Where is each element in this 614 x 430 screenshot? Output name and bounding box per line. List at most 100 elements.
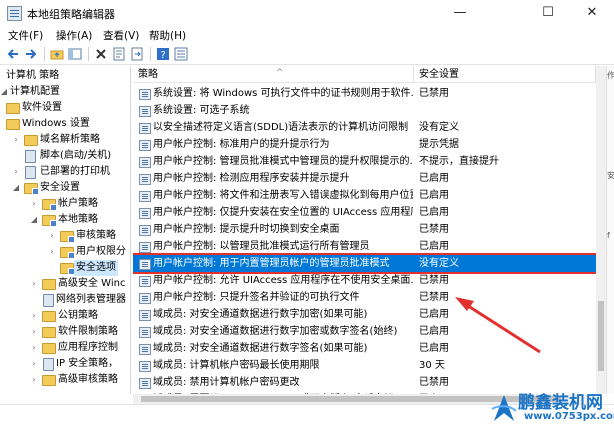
policy-list[interactable]: 策略 ^ 安全设置 系统设置: 将 Windows 可执行文件中的证书规则用于软… <box>133 66 596 394</box>
svg-text:?: ? <box>160 50 165 61</box>
menu-help[interactable]: 帮助(H) <box>149 28 186 43</box>
up-folder-icon[interactable] <box>50 47 64 61</box>
policy-row[interactable]: 域成员: 对安全通道数据进行数字签名(如果可能) 已启用 <box>133 340 596 357</box>
policy-name: 域成员: 对安全通道数据进行数字签名(如果可能) <box>153 343 368 354</box>
sort-ascending-icon: ^ <box>276 68 284 78</box>
policy-name: 用户帐户控制: 允许 UIAccess 应用程序在不使用安全桌面... <box>153 275 413 286</box>
expand-arrow-icon[interactable]: › <box>30 308 38 324</box>
toolbar-separator <box>88 47 89 61</box>
policy-name: 系统设置: 将 Windows 可执行文件中的证书规则用于软件... <box>153 88 413 99</box>
policy-setting-icon <box>139 361 151 372</box>
collapse-arrow-icon[interactable]: ◢ <box>12 180 20 196</box>
policy-row[interactable]: 系统设置: 将 Windows 可执行文件中的证书规则用于软件... 已禁用 <box>133 85 596 102</box>
policy-row[interactable]: 用户帐户控制: 标准用户的提升提示行为 提示凭据 <box>133 136 596 153</box>
policy-setting: 已启用 <box>419 343 449 354</box>
watermark-logo-icon <box>491 395 517 421</box>
expand-arrow-icon[interactable]: › <box>30 356 38 372</box>
policy-setting: 没有定义 <box>419 122 459 133</box>
folder-icon <box>6 103 20 114</box>
policy-row[interactable]: 用户帐户控制: 提示提升时切换到安全桌面 已禁用 <box>133 221 596 238</box>
policy-setting: 没有定义 <box>419 258 459 269</box>
policy-name: 用户帐户控制: 用于内置管理员帐户的管理员批准模式 <box>153 258 390 269</box>
policy-row[interactable]: 域成员: 对安全通道数据进行数字加密或数字签名(始终) 已启用 <box>133 323 596 340</box>
actions-pane-edge: 作 安 f <box>606 66 614 394</box>
expand-arrow-icon[interactable]: › <box>30 324 38 340</box>
policy-name: 用户帐户控制: 将文件和注册表写入错误虚拟化到每用户位置 <box>153 190 413 201</box>
menu-bar: 文件(F) 操作(A) 查看(V) 帮助(H) <box>0 26 614 44</box>
policy-setting: 已启用 <box>419 173 449 184</box>
menu-view[interactable]: 查看(V) <box>103 28 139 43</box>
script-icon <box>25 150 36 163</box>
policy-name: 域成员: 对安全通道数据进行数字加密或数字签名(始终) <box>153 326 398 337</box>
expand-arrow-icon[interactable]: › <box>12 164 20 180</box>
properties-icon[interactable] <box>112 47 126 61</box>
policy-setting-icon <box>139 327 151 338</box>
policy-name: 用户帐户控制: 检测应用程序安装并提示提升 <box>153 173 350 184</box>
policy-setting-icon <box>139 259 151 270</box>
security-folder-icon <box>60 247 75 259</box>
show-hide-tree-icon[interactable] <box>68 47 82 61</box>
policy-row[interactable]: 用户帐户控制: 仅提升安装在安全位置的 UIAccess 应用程序 已启用 <box>133 204 596 221</box>
expand-arrow-icon[interactable]: › <box>48 228 56 244</box>
policy-row[interactable]: 域成员: 对安全通道数据进行数字加密(如果可能) 已启用 <box>133 306 596 323</box>
policy-row[interactable]: 用户帐户控制: 允许 UIAccess 应用程序在不使用安全桌面... 已禁用 <box>133 272 596 289</box>
policy-row[interactable]: 以安全描述符定义语言(SDDL)语法表示的计算机访问限制 没有定义 <box>133 119 596 136</box>
policy-setting: 已启用 <box>419 241 449 252</box>
column-header-setting[interactable]: 安全设置 <box>414 66 596 83</box>
policy-row[interactable]: 用户帐户控制: 检测应用程序安装并提示提升 已启用 <box>133 170 596 187</box>
policy-row[interactable]: 系统设置: 可选子系统 <box>133 102 596 119</box>
console-tree[interactable]: 计算机 策略 ◢ 计算机配置 软件设置 Windows 设置 › 域名解析策略 脚本… <box>0 66 131 394</box>
policy-row[interactable]: 用户帐户控制: 以管理员批准模式运行所有管理员 已启用 <box>133 238 596 255</box>
toolbar-separator <box>150 47 151 61</box>
security-folder-icon <box>42 199 57 211</box>
expand-arrow-icon[interactable]: › <box>30 276 38 292</box>
policy-name: 用户帐户控制: 以管理员批准模式运行所有管理员 <box>153 241 370 252</box>
policy-row[interactable]: 用户帐户控制: 管理员批准模式中管理员的提升权限提示的... 不提示，直接提升 <box>133 153 596 170</box>
back-arrow-icon[interactable] <box>6 47 20 61</box>
policy-setting: 已启用 <box>419 326 449 337</box>
network-list-icon <box>43 294 54 307</box>
policy-setting-icon <box>139 208 151 219</box>
policy-name: 域成员: 对安全通道数据进行数字加密(如果可能) <box>153 309 368 320</box>
policy-setting-icon <box>139 191 151 202</box>
menu-file[interactable]: 文件(F) <box>8 28 43 43</box>
view-details-icon[interactable] <box>174 47 188 61</box>
column-header-policy[interactable]: 策略 ^ <box>133 66 414 83</box>
vertical-scrollbar[interactable] <box>596 66 606 394</box>
security-folder-icon <box>60 231 75 243</box>
policy-name: 域成员: 禁用计算机帐户密码更改 <box>153 377 300 388</box>
policy-setting-icon <box>139 378 151 389</box>
delete-icon[interactable] <box>94 47 108 61</box>
expand-arrow-icon[interactable]: › <box>30 340 38 356</box>
collapse-arrow-icon[interactable]: ◢ <box>0 84 8 100</box>
policy-setting-icon <box>139 106 151 117</box>
policy-name: 用户帐户控制: 提示提升时切换到安全桌面 <box>153 224 340 235</box>
policy-setting-icon <box>139 174 151 185</box>
close-button[interactable]: ✕ <box>570 0 614 26</box>
policy-row[interactable]: 用户帐户控制: 将文件和注册表写入错误虚拟化到每用户位置 已启用 <box>133 187 596 204</box>
export-list-icon[interactable] <box>130 47 144 61</box>
policy-name: 用户帐户控制: 仅提升安装在安全位置的 UIAccess 应用程序 <box>153 207 413 218</box>
collapse-arrow-icon[interactable]: ◢ <box>30 212 38 228</box>
policy-row-selected[interactable]: 用户帐户控制: 用于内置管理员帐户的管理员批准模式 没有定义 <box>133 253 596 274</box>
help-icon[interactable]: ? <box>156 47 170 61</box>
policy-row[interactable]: 域成员: 计算机帐户密码最长使用期限 30 天 <box>133 357 596 374</box>
menu-action[interactable]: 操作(A) <box>56 28 92 43</box>
folder-icon <box>6 119 20 130</box>
forward-arrow-icon[interactable] <box>24 47 38 61</box>
policy-setting: 已启用 <box>419 190 449 201</box>
policy-setting-icon <box>139 344 151 355</box>
policy-setting-icon <box>139 123 151 134</box>
policy-setting-icon <box>139 89 151 100</box>
expand-arrow-icon[interactable]: › <box>30 372 38 388</box>
maximize-button[interactable]: ☐ <box>526 0 570 26</box>
policy-row[interactable]: 用户帐户控制: 只提升签名并验证的可执行文件 已禁用 <box>133 289 596 306</box>
scroll-thumb[interactable] <box>598 301 604 371</box>
expand-arrow-icon[interactable]: › <box>30 196 38 212</box>
policy-setting-icon <box>139 157 151 168</box>
expand-arrow-icon[interactable]: › <box>12 132 20 148</box>
minimize-button[interactable]: — <box>438 0 482 26</box>
folder-icon <box>42 279 56 290</box>
expand-arrow-icon[interactable]: › <box>48 244 56 260</box>
policy-name: 域成员: 计算机帐户密码最长使用期限 <box>153 360 320 371</box>
